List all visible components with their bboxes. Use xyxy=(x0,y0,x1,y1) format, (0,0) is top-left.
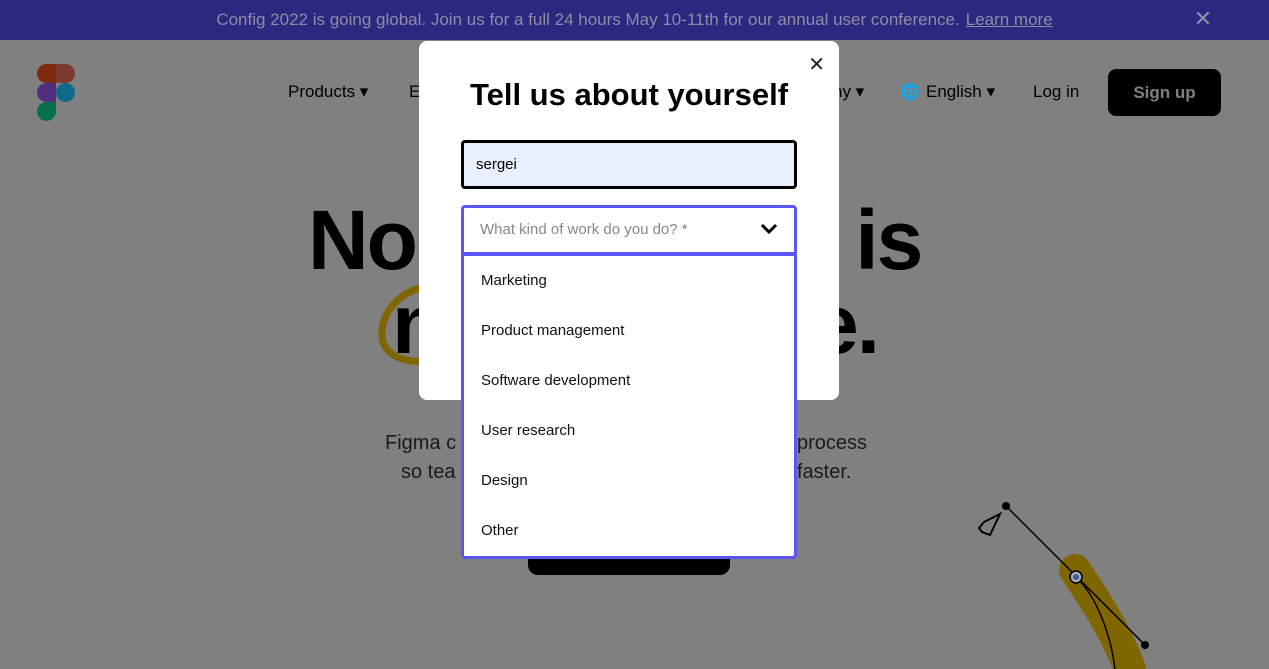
option-software-development[interactable]: Software development xyxy=(464,356,794,406)
hero-subtitle-fragment: process xyxy=(797,432,868,454)
announcement-banner: Config 2022 is going global. Join us for… xyxy=(0,0,1269,40)
work-type-options: Marketing Product management Software de… xyxy=(461,254,797,559)
hero-heading-fragment: No xyxy=(308,193,418,287)
work-type-select[interactable]: What kind of work do you do? * xyxy=(461,205,797,255)
figma-logo[interactable] xyxy=(37,64,75,121)
modal-title: Tell us about yourself xyxy=(469,77,789,112)
signup-button[interactable]: Sign up xyxy=(1108,69,1221,116)
option-marketing[interactable]: Marketing xyxy=(464,256,794,306)
language-icon: 🌐 xyxy=(900,84,920,101)
option-user-research[interactable]: User research xyxy=(464,406,794,456)
close-icon[interactable]: ✕ xyxy=(1191,7,1215,31)
pen-tool-illustration xyxy=(977,502,1149,669)
hero-subtitle-fragment: faster. xyxy=(797,461,852,483)
pen-icon xyxy=(977,511,1003,537)
work-type-placeholder: What kind of work do you do? * xyxy=(480,221,688,238)
learn-more-link[interactable]: Learn more xyxy=(966,10,1053,30)
language-selector[interactable]: English ▾ xyxy=(926,82,995,102)
option-product-management[interactable]: Product management xyxy=(464,306,794,356)
nav-products[interactable]: Products ▾ xyxy=(288,82,368,102)
login-link[interactable]: Log in xyxy=(1033,82,1079,102)
name-input[interactable]: sergei xyxy=(461,140,797,189)
banner-text: Config 2022 is going global. Join us for… xyxy=(216,10,960,29)
option-design[interactable]: Design xyxy=(464,456,794,506)
chevron-down-icon xyxy=(760,223,778,235)
close-icon[interactable]: ✕ xyxy=(808,55,825,75)
hero-subtitle-fragment: so tea xyxy=(401,461,456,483)
hero-subtitle-fragment: Figma c xyxy=(385,432,457,454)
option-other[interactable]: Other xyxy=(464,506,794,556)
